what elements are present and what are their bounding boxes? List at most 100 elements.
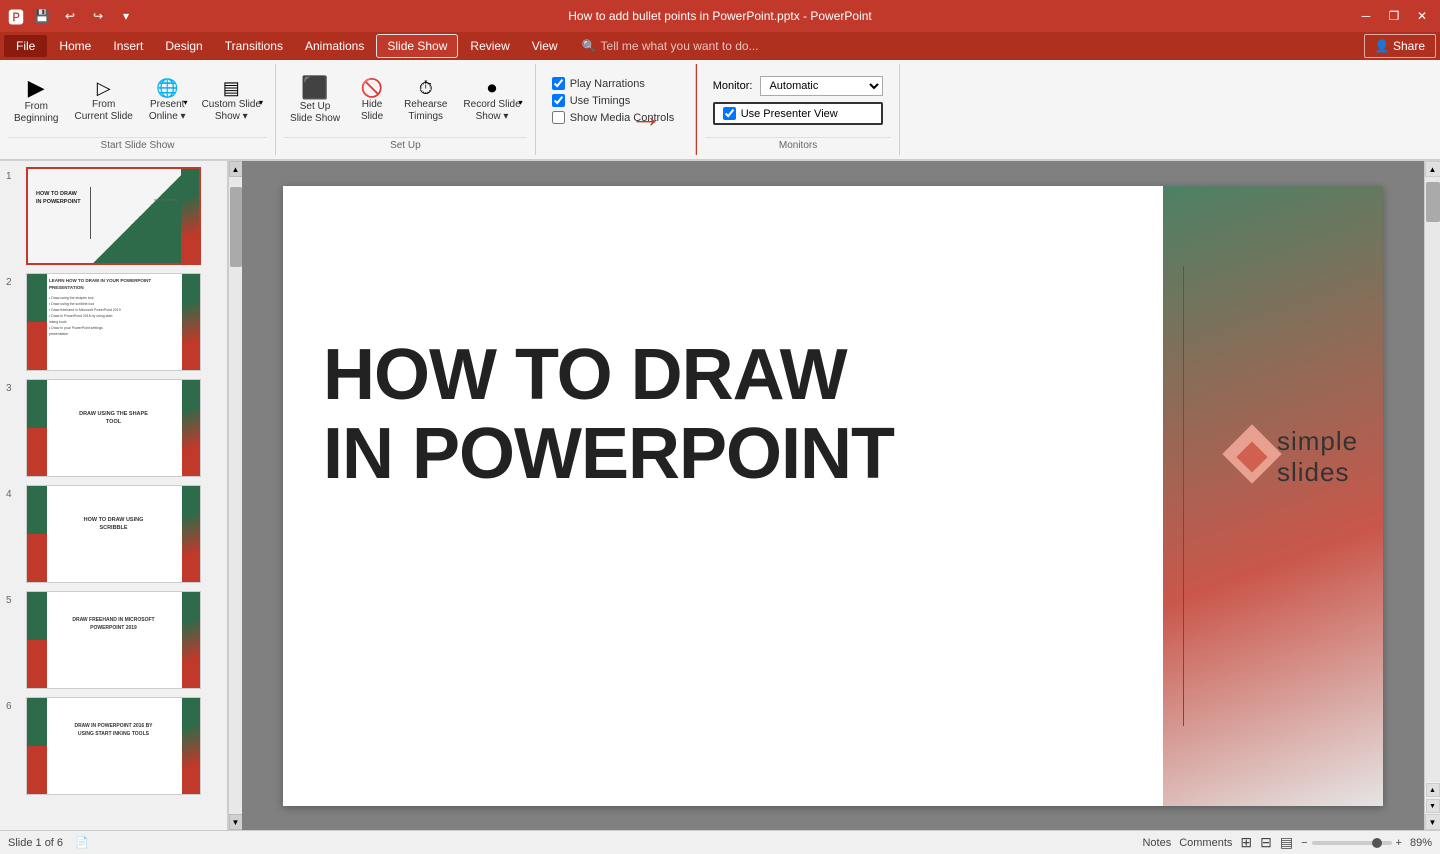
slide-main-title[interactable]: HOW TO DRAW IN POWERPOINT bbox=[323, 336, 1173, 494]
logo-text: simple slides bbox=[1277, 426, 1383, 488]
btn-from-current-label: FromCurrent Slide bbox=[74, 99, 132, 123]
zoom-control: − + 89% bbox=[1301, 837, 1432, 849]
custom-show-icon: ▤ bbox=[223, 79, 240, 97]
presenter-view-btn[interactable]: Use Presenter View bbox=[713, 102, 884, 125]
zoom-thumb[interactable] bbox=[1372, 838, 1382, 848]
redo-btn[interactable]: ↪ bbox=[88, 6, 108, 26]
monitor-select[interactable]: Automatic Primary Monitor Secondary Moni… bbox=[760, 76, 883, 96]
check-play-narrations[interactable]: Play Narrations bbox=[552, 77, 675, 90]
group-setup-content: ⬛ Set UpSlide Show 🚫 HideSlide ⏱ Rehears… bbox=[284, 66, 527, 135]
menu-review[interactable]: Review bbox=[460, 35, 519, 57]
checkbox-use-timings[interactable] bbox=[552, 94, 565, 107]
panel-scroll-up[interactable]: ▲ bbox=[229, 161, 243, 177]
status-left: Slide 1 of 6 📄 bbox=[8, 836, 89, 849]
btn-from-beginning[interactable]: ▶ FromBeginning bbox=[8, 73, 64, 129]
menu-transitions[interactable]: Transitions bbox=[215, 35, 293, 57]
slide-icon[interactable]: 📄 bbox=[75, 836, 89, 849]
thumb-img-4: HOW TO DRAW USINGSCRIBBLE bbox=[26, 485, 201, 583]
group-start-label: Start Slide Show bbox=[8, 137, 267, 153]
customize-btn[interactable]: ▾ bbox=[116, 6, 136, 26]
btn-present-online[interactable]: 🌐 PresentOnline ▾ bbox=[143, 75, 192, 127]
view-grid-icon[interactable]: ⊟ bbox=[1260, 834, 1272, 851]
title-bar: 🅿 💾 ↩ ↪ ▾ How to add bullet points in Po… bbox=[0, 0, 1440, 32]
scroll-up-btn[interactable]: ▲ bbox=[1425, 161, 1440, 177]
share-btn[interactable]: 👤 Share bbox=[1364, 34, 1436, 58]
scroll-mini-btns: ▲ ▼ bbox=[1425, 782, 1440, 814]
thumb-img-6: DRAW IN POWERPOINT 2016 BYUSING START IN… bbox=[26, 697, 201, 795]
notes-btn[interactable]: Notes bbox=[1142, 837, 1171, 849]
view-reading-icon[interactable]: ▤ bbox=[1280, 834, 1293, 851]
zoom-slider[interactable] bbox=[1312, 841, 1392, 845]
group-setup: ⬛ Set UpSlide Show 🚫 HideSlide ⏱ Rehears… bbox=[276, 64, 536, 155]
scroll-thumb[interactable] bbox=[1426, 182, 1440, 222]
group-captions: Play Narrations Use Timings Show Media C… bbox=[536, 64, 696, 155]
menu-file[interactable]: File bbox=[4, 35, 47, 57]
panel-scroll-down[interactable]: ▼ bbox=[229, 814, 243, 830]
monitor-label: Monitor: bbox=[713, 80, 753, 92]
comments-btn[interactable]: Comments bbox=[1179, 837, 1232, 849]
slide-number-5: 5 bbox=[6, 591, 20, 606]
thumb-img-1: HOW TO DRAWIN POWERPOINT simple slides bbox=[26, 167, 201, 265]
btn-hide-slide[interactable]: 🚫 HideSlide bbox=[350, 75, 394, 127]
scroll-mid-up[interactable]: ▲ bbox=[1426, 783, 1440, 797]
slide-canvas: HOW TO DRAW IN POWERPOINT simple slides bbox=[283, 186, 1383, 806]
menu-slideshow[interactable]: Slide Show bbox=[376, 34, 458, 58]
btn-from-beginning-label: FromBeginning bbox=[14, 101, 58, 125]
btn-from-current[interactable]: ▷ FromCurrent Slide bbox=[68, 75, 138, 127]
scroll-track bbox=[1425, 177, 1440, 782]
checkbox-show-media[interactable] bbox=[552, 111, 565, 124]
restore-btn[interactable]: ❐ bbox=[1384, 6, 1404, 26]
save-btn[interactable]: 💾 bbox=[32, 6, 52, 26]
menu-insert[interactable]: Insert bbox=[103, 35, 153, 57]
slide-panel-container: 1 HOW TO DRAWIN POWERPOINT simple slides… bbox=[0, 161, 242, 830]
close-btn[interactable]: ✕ bbox=[1412, 6, 1432, 26]
panel-scroll-thumb[interactable] bbox=[230, 187, 242, 267]
slide-thumb-6[interactable]: 6 DRAW IN POWERPOINT 2016 BYUSING START … bbox=[4, 695, 223, 797]
minimize-btn[interactable]: ─ bbox=[1356, 6, 1376, 26]
scroll-mid-down[interactable]: ▼ bbox=[1426, 799, 1440, 813]
status-bar: Slide 1 of 6 📄 Notes Comments ⊞ ⊟ ▤ − + … bbox=[0, 830, 1440, 854]
menu-home[interactable]: Home bbox=[49, 35, 101, 57]
menu-animations[interactable]: Animations bbox=[295, 35, 374, 57]
present-online-icon: 🌐 bbox=[156, 79, 178, 97]
panel-scroll-track bbox=[229, 177, 242, 814]
arrow-annotation: → bbox=[630, 98, 662, 135]
menu-bar: File Home Insert Design Transitions Anim… bbox=[0, 32, 1440, 60]
panel-scrollbar[interactable]: ▲ ▼ bbox=[228, 161, 242, 830]
group-captions-content: Play Narrations Use Timings Show Media C… bbox=[544, 66, 687, 135]
btn-setup-slideshow[interactable]: ⬛ Set UpSlide Show bbox=[284, 73, 346, 129]
slide-thumb-3[interactable]: 3 DRAW USING THE SHAPETOOL bbox=[4, 377, 223, 479]
slide-thumb-4[interactable]: 4 HOW TO DRAW USINGSCRIBBLE bbox=[4, 483, 223, 585]
btn-record[interactable]: ⏺ Record SlideShow ▾ bbox=[457, 75, 526, 127]
menu-view[interactable]: View bbox=[522, 35, 568, 57]
btn-rehearse[interactable]: ⏱ RehearseTimings bbox=[398, 75, 453, 127]
slide-thumb-1[interactable]: 1 HOW TO DRAWIN POWERPOINT simple slides bbox=[4, 165, 223, 267]
window-controls: ─ ❐ ✕ bbox=[1356, 6, 1432, 26]
zoom-in-btn[interactable]: + bbox=[1396, 837, 1402, 849]
zoom-out-btn[interactable]: − bbox=[1301, 837, 1307, 849]
presenter-view-checkbox[interactable] bbox=[723, 107, 736, 120]
thumb-img-3: DRAW USING THE SHAPETOOL bbox=[26, 379, 201, 477]
slide-number-6: 6 bbox=[6, 697, 20, 712]
checkbox-play-narrations[interactable] bbox=[552, 77, 565, 90]
zoom-value[interactable]: 89% bbox=[1410, 837, 1432, 849]
btn-custom-show[interactable]: ▤ Custom SlideShow ▾ bbox=[196, 75, 267, 127]
scroll-down-btn[interactable]: ▼ bbox=[1425, 814, 1440, 830]
hide-slide-icon: 🚫 bbox=[361, 79, 383, 97]
from-current-icon: ▷ bbox=[97, 79, 111, 97]
view-normal-icon[interactable]: ⊞ bbox=[1240, 834, 1252, 851]
group-monitors-content: Monitor: Automatic Primary Monitor Secon… bbox=[705, 66, 892, 135]
undo-btn[interactable]: ↩ bbox=[60, 6, 80, 26]
slide-info: Slide 1 of 6 bbox=[8, 837, 63, 849]
rehearse-icon: ⏱ bbox=[419, 79, 433, 97]
right-scrollbar[interactable]: ▲ ▲ ▼ ▼ bbox=[1424, 161, 1440, 830]
slide-thumb-2[interactable]: 2 LEARN HOW TO DRAW IN YOUR POWERPOINT P… bbox=[4, 271, 223, 373]
search-bar[interactable]: Tell me what you want to do... bbox=[601, 39, 759, 53]
slide-title-line2: IN POWERPOINT bbox=[323, 415, 1173, 494]
slide-panel: 1 HOW TO DRAWIN POWERPOINT simple slides… bbox=[0, 161, 228, 830]
group-start-slideshow: ▶ FromBeginning ▷ FromCurrent Slide 🌐 Pr… bbox=[0, 64, 276, 155]
slide-edit-area: HOW TO DRAW IN POWERPOINT simple slides bbox=[242, 161, 1424, 830]
slide-thumb-5[interactable]: 5 DRAW FREEHAND IN MICROSOFTPOWERPOINT 2… bbox=[4, 589, 223, 691]
menu-design[interactable]: Design bbox=[155, 35, 212, 57]
group-monitors-label: Monitors bbox=[705, 137, 892, 153]
